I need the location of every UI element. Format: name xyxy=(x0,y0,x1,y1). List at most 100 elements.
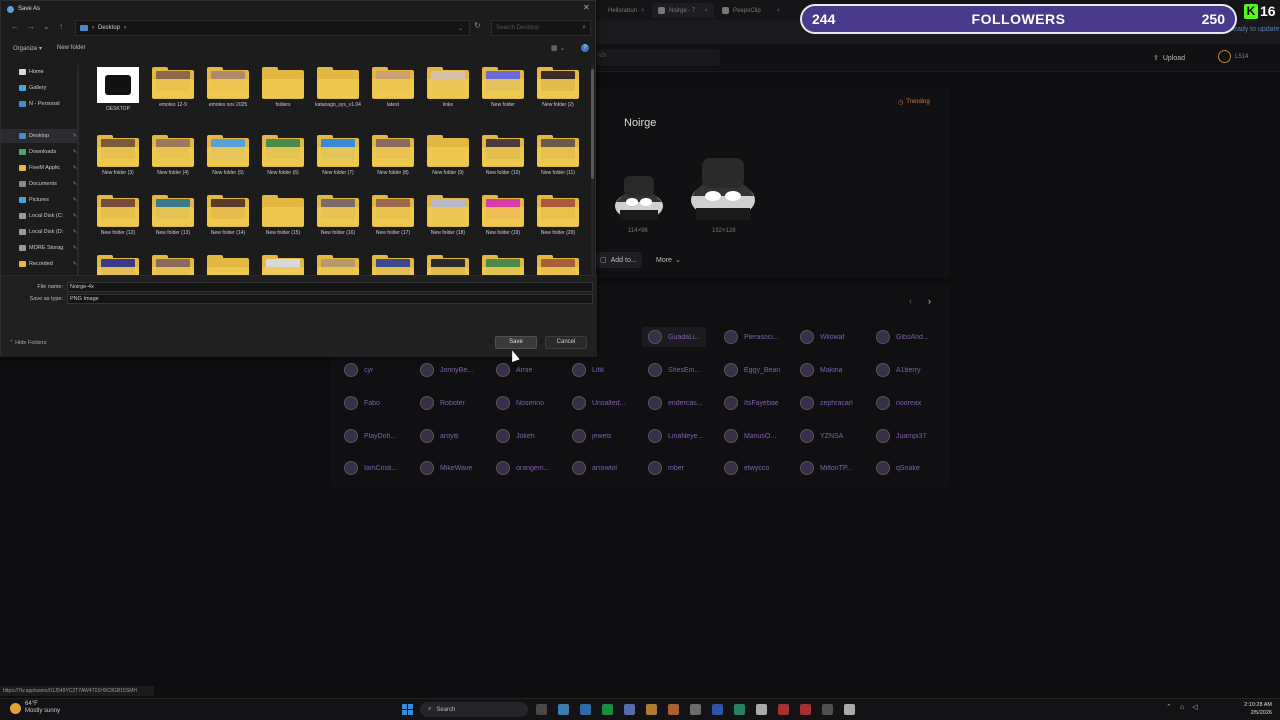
nav-item[interactable]: Pictures ✎ xyxy=(1,193,77,207)
folder-item[interactable]: New folder (20) xyxy=(533,195,583,236)
up-arrow-icon[interactable]: ↑ xyxy=(59,22,63,31)
folder-item[interactable]: New folder (6) xyxy=(258,135,308,176)
nav-item[interactable]: Gallery xyxy=(1,81,77,95)
channel-item[interactable]: GuadaLi... xyxy=(642,327,707,347)
breadcrumb-item-desktop[interactable]: Desktop xyxy=(98,25,120,31)
view-options-icon[interactable]: ▦ ⌄ xyxy=(551,44,565,52)
folder-item[interactable]: New folder (7) xyxy=(313,135,363,176)
navigation-scrollbar[interactable] xyxy=(77,65,79,275)
chrome-icon[interactable] xyxy=(558,704,569,715)
close-icon[interactable]: × xyxy=(776,8,780,14)
folder-item[interactable]: New folder xyxy=(478,67,528,108)
history-chevron-icon[interactable]: ⌄ xyxy=(43,22,50,31)
channel-item[interactable]: mber xyxy=(648,460,684,476)
organize-button[interactable]: Organize ▾ xyxy=(13,45,42,52)
channel-item[interactable]: Wilowaf xyxy=(800,329,845,345)
channel-item[interactable]: endercas... xyxy=(648,395,703,411)
channel-item[interactable]: jewels xyxy=(572,428,611,444)
folder-item[interactable]: New folder (11) xyxy=(533,135,583,176)
channel-item[interactable]: zephracarl xyxy=(800,395,853,411)
image-file-item[interactable]: DESKTOP xyxy=(93,67,143,112)
nav-item[interactable]: Home xyxy=(1,65,77,79)
windows-start-icon[interactable] xyxy=(402,704,413,715)
taskbar-search[interactable]: ⌕ Search xyxy=(420,702,528,717)
file-explorer-icon[interactable] xyxy=(580,704,591,715)
folder-item[interactable]: New folder (2) xyxy=(533,67,583,108)
folder-item[interactable]: New folder (19) xyxy=(478,195,528,236)
folder-item[interactable] xyxy=(93,255,143,275)
brave-icon[interactable] xyxy=(800,704,811,715)
help-icon[interactable]: ? xyxy=(581,44,589,52)
search-input[interactable]: Search Desktop ⌕ xyxy=(491,20,591,36)
folder-item[interactable]: New folder (8) xyxy=(368,135,418,176)
folder-item[interactable]: links xyxy=(423,67,473,108)
clock[interactable]: 2:10:28 AM 2/5/2026 xyxy=(1224,701,1272,717)
channel-item[interactable]: Fabo xyxy=(344,395,380,411)
folder-item[interactable]: New folder (10) xyxy=(478,135,528,176)
channel-item[interactable]: ShesEm... xyxy=(648,362,700,378)
weather-widget[interactable]: 64°F Mostly sunny xyxy=(10,701,60,715)
chevron-left-icon[interactable]: ‹ xyxy=(909,296,912,306)
close-icon[interactable]: ✕ xyxy=(583,3,590,12)
channel-item[interactable]: IamCristi... xyxy=(344,460,397,476)
channel-item[interactable]: Juampi37 xyxy=(876,428,926,444)
browser-tab-active[interactable]: Noirge - 7 × xyxy=(652,3,714,18)
add-to-button[interactable]: ▢ Add to... xyxy=(596,252,642,268)
back-arrow-icon[interactable]: ← xyxy=(11,22,19,31)
nav-item[interactable]: MORE Storag ✎ xyxy=(1,241,77,255)
chevron-right-icon[interactable]: › xyxy=(928,296,931,306)
folder-item[interactable]: emotes 12-9 xyxy=(148,67,198,108)
close-icon[interactable]: × xyxy=(704,8,708,14)
app-icon[interactable] xyxy=(822,704,833,715)
channel-item[interactable]: LinaNeye... xyxy=(648,428,703,444)
folder-item[interactable] xyxy=(368,255,418,275)
file-grid-scrollbar[interactable] xyxy=(591,65,594,275)
channel-item[interactable]: Makina xyxy=(800,362,843,378)
channel-item[interactable]: Jokeh xyxy=(496,428,535,444)
folder-item[interactable]: New folder (16) xyxy=(313,195,363,236)
volume-icon[interactable]: ◁ xyxy=(1192,703,1197,711)
nav-item[interactable]: Local Disk (D: ✎ xyxy=(1,225,77,239)
save-button[interactable]: Save xyxy=(495,336,537,349)
nav-item[interactable]: N - Personal xyxy=(1,97,77,111)
close-icon[interactable]: × xyxy=(641,8,645,14)
nav-item[interactable]: Recorded ✎ xyxy=(1,257,77,271)
folder-item[interactable]: New folder (15) xyxy=(258,195,308,236)
folder-item[interactable] xyxy=(533,255,583,275)
folder-item[interactable] xyxy=(148,255,198,275)
app-icon[interactable] xyxy=(690,704,701,715)
channel-item[interactable]: nooreax xyxy=(876,395,921,411)
folder-item[interactable] xyxy=(478,255,528,275)
chevron-down-icon[interactable]: ⌄ xyxy=(458,25,463,32)
channel-item[interactable]: ItsFayebae xyxy=(724,395,779,411)
chevron-up-icon[interactable]: ⌃ xyxy=(1166,703,1172,711)
folder-item[interactable] xyxy=(313,255,363,275)
nav-item[interactable]: Desktop ✎ xyxy=(1,129,77,143)
nav-item[interactable]: FiveM Applic ✎ xyxy=(1,161,77,175)
channel-item[interactable]: GibsAnd... xyxy=(876,329,929,345)
folder-item[interactable]: katanago_sys_v1.04 xyxy=(313,67,363,108)
channel-item[interactable]: Pierasoci... xyxy=(724,329,779,345)
channel-item[interactable]: PlayDoh... xyxy=(344,428,396,444)
discord-icon[interactable] xyxy=(646,704,657,715)
channel-item[interactable]: qSnake xyxy=(876,460,920,476)
folder-item[interactable]: New folder (9) xyxy=(423,135,473,176)
channel-item[interactable]: aroyiti xyxy=(420,428,459,444)
channel-item[interactable]: A1berry xyxy=(876,362,921,378)
folder-item[interactable]: folders xyxy=(258,67,308,108)
app-icon[interactable] xyxy=(668,704,679,715)
new-folder-button[interactable]: New folder xyxy=(57,45,86,51)
channel-item[interactable]: etwycco xyxy=(724,460,769,476)
spotify-icon[interactable] xyxy=(624,704,635,715)
channel-item[interactable]: Noserino xyxy=(496,395,544,411)
channel-item[interactable]: Roboter xyxy=(420,395,465,411)
nav-item[interactable]: Downloads ✎ xyxy=(1,145,77,159)
nav-item[interactable]: ✎ xyxy=(1,271,77,273)
task-view-icon[interactable] xyxy=(536,704,547,715)
channel-item[interactable]: YZNSA xyxy=(800,428,843,444)
folder-item[interactable]: New folder (18) xyxy=(423,195,473,236)
refresh-icon[interactable]: ↻ xyxy=(474,21,481,30)
folder-item[interactable]: New folder (3) xyxy=(93,135,143,176)
app-icon[interactable] xyxy=(844,704,855,715)
channel-item[interactable]: MikeWave xyxy=(420,460,472,476)
